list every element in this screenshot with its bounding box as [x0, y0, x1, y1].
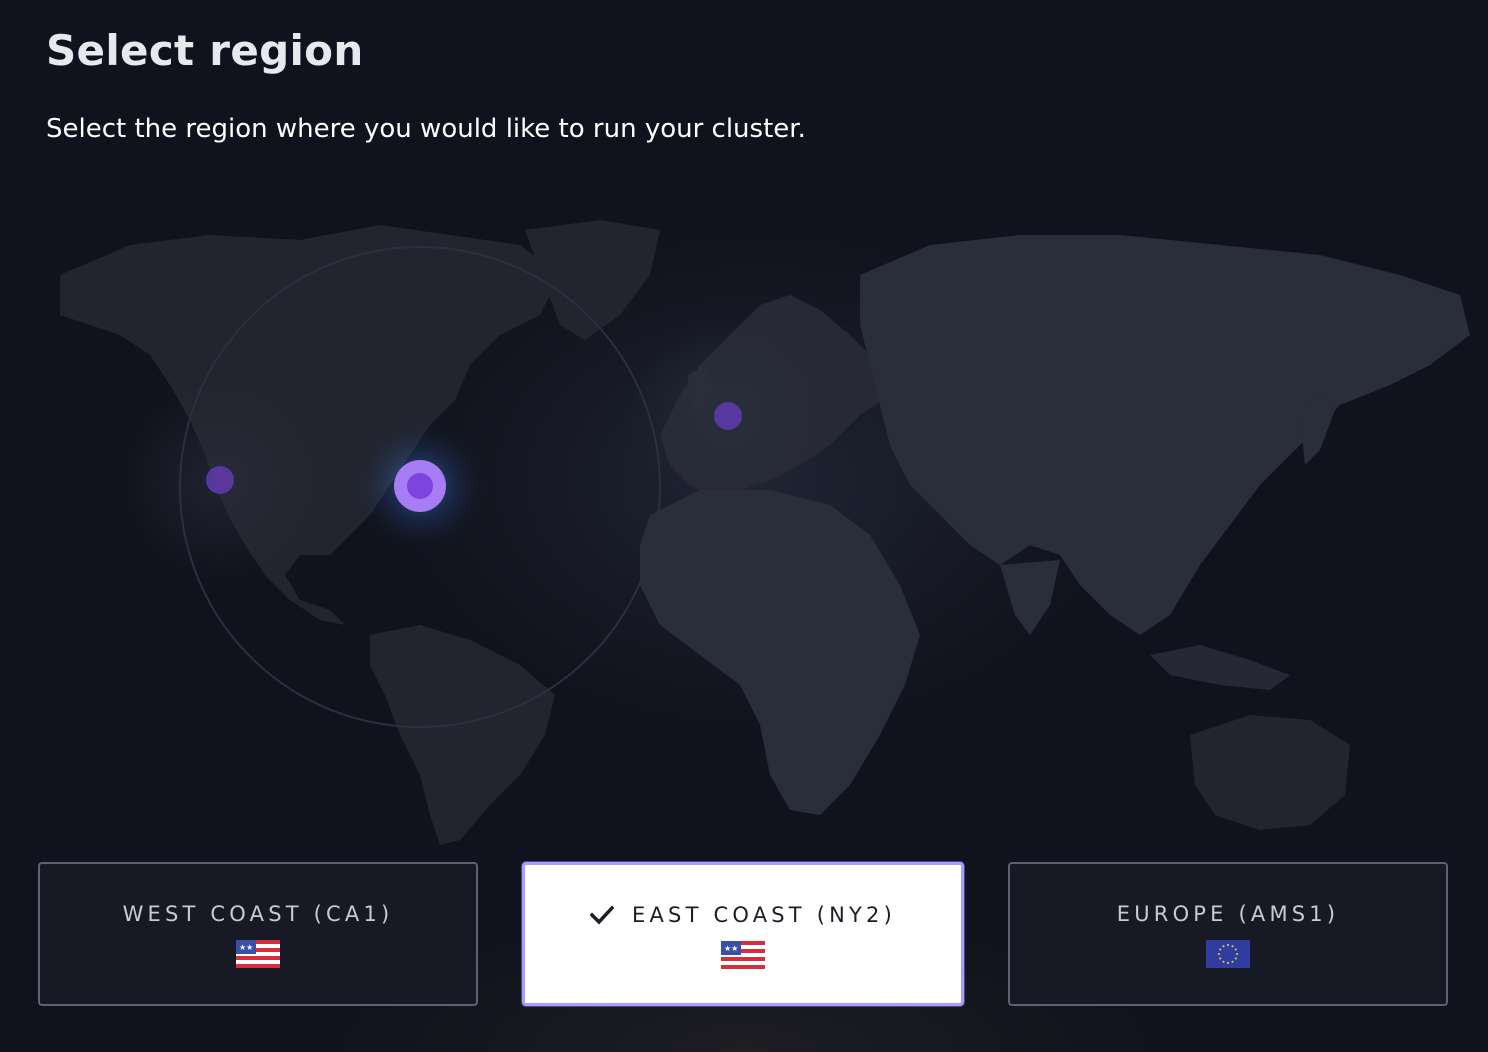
region-label: WEST COAST (CA1)	[122, 902, 394, 926]
svg-text:★★: ★★	[239, 943, 253, 952]
east-coast-marker-core	[407, 473, 433, 499]
region-card-east-coast[interactable]: EAST COAST (NY2) ★★	[522, 862, 964, 1006]
region-card-europe[interactable]: EUROPE (AMS1)	[1008, 862, 1448, 1006]
region-label-row: EAST COAST (NY2)	[590, 901, 896, 929]
region-label-row: EUROPE (AMS1)	[1117, 900, 1340, 928]
europe-marker[interactable]	[714, 402, 742, 430]
continent-indonesia	[1150, 645, 1290, 690]
svg-text:★★: ★★	[724, 944, 738, 953]
region-cards: WEST COAST (CA1) ★★ EAST COAST (NY2) ★★ …	[38, 862, 1448, 1006]
west-coast-marker[interactable]	[206, 466, 234, 494]
continent-greenland	[525, 220, 660, 340]
continent-north-america	[60, 225, 560, 625]
world-map	[0, 215, 1488, 845]
region-label: EUROPE (AMS1)	[1116, 902, 1340, 926]
us-flag-icon: ★★	[721, 941, 765, 969]
world-map-svg	[60, 220, 1470, 845]
eu-flag-icon	[1206, 940, 1250, 968]
region-card-west-coast[interactable]: WEST COAST (CA1) ★★	[38, 862, 478, 1006]
continent-south-america	[370, 625, 555, 845]
page-subtitle: Select the region where you would like t…	[46, 114, 806, 144]
continent-africa	[640, 490, 920, 815]
region-label: EAST COAST (NY2)	[632, 903, 896, 927]
continent-australia	[1190, 715, 1350, 830]
us-flag-icon: ★★	[236, 940, 280, 968]
region-label-row: WEST COAST (CA1)	[123, 900, 394, 928]
continent-india	[1000, 560, 1060, 635]
checkmark-icon	[590, 905, 614, 925]
page-title: Select region	[46, 26, 364, 75]
continent-asia	[860, 235, 1470, 635]
